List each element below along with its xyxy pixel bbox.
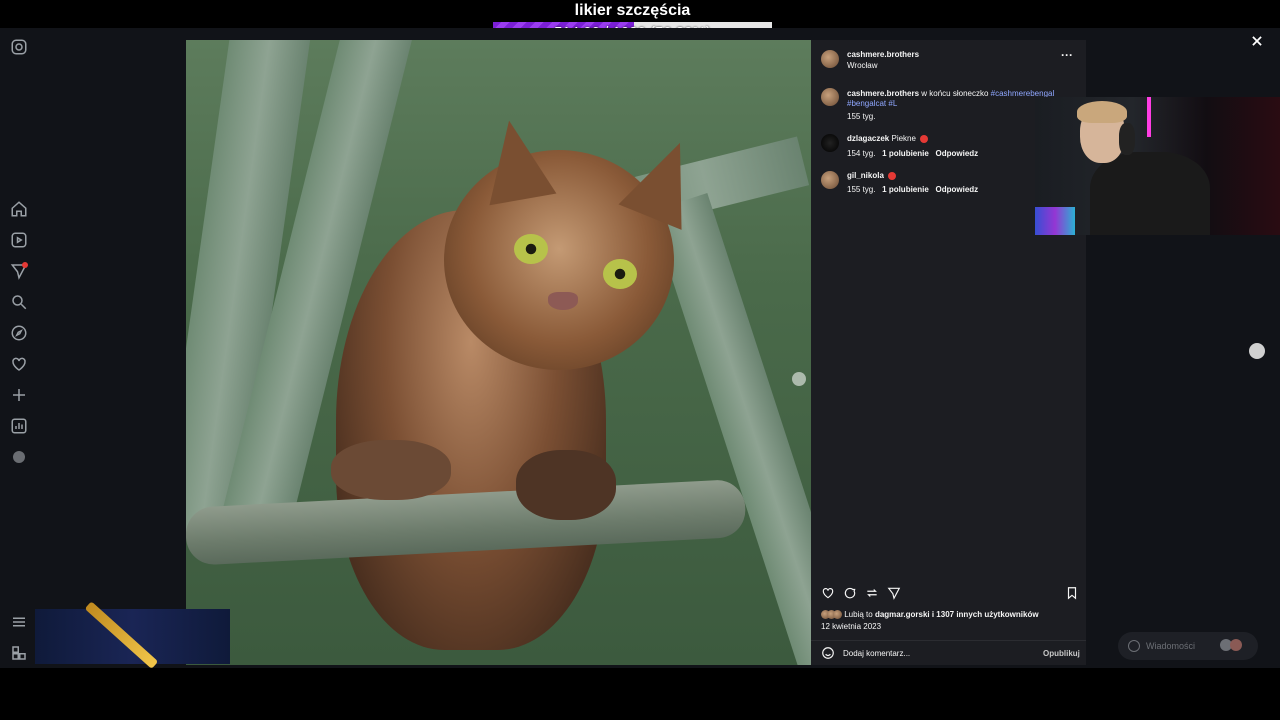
comment-time: 155 tyg. bbox=[847, 185, 876, 194]
create-icon[interactable] bbox=[10, 386, 28, 404]
author-avatar[interactable] bbox=[821, 50, 839, 68]
cat-eye bbox=[514, 234, 548, 264]
comment-bar: Dodaj komentarz... Opublikuj bbox=[811, 640, 1086, 666]
cat-ear bbox=[475, 114, 557, 206]
messages-icon bbox=[1128, 640, 1140, 652]
comment-meta: 155 tyg. 1 polubienie Odpowiedz bbox=[847, 185, 978, 194]
comment-avatar[interactable] bbox=[821, 134, 839, 152]
webcam-light bbox=[1147, 97, 1151, 137]
heart-emoji-icon bbox=[920, 134, 929, 143]
image-next-icon[interactable] bbox=[792, 372, 806, 386]
streamer-body bbox=[1090, 152, 1210, 235]
caption-hashtags-second-line[interactable]: #bengalcat #L bbox=[847, 99, 897, 108]
streamer-hair bbox=[1077, 101, 1127, 123]
wood-plank bbox=[650, 192, 811, 665]
comment-meta: 154 tyg. 1 polubienie Odpowiedz bbox=[847, 149, 978, 158]
notification-dot bbox=[22, 262, 28, 268]
bottom-strip bbox=[0, 668, 1280, 720]
heart-emoji-icon bbox=[888, 171, 897, 180]
profile-icon[interactable] bbox=[10, 448, 28, 466]
caption-line: cashmere.brothers w końcu słoneczko #cas… bbox=[847, 89, 1054, 98]
caption-author[interactable]: cashmere.brothers bbox=[847, 89, 919, 98]
post-actions bbox=[821, 586, 1079, 602]
more-options-icon[interactable]: ··· bbox=[1061, 48, 1073, 62]
search-icon[interactable] bbox=[10, 293, 28, 311]
comment-likes[interactable]: 1 polubienie bbox=[882, 185, 929, 194]
avatar bbox=[1230, 639, 1242, 651]
comment-user[interactable]: gil_nikola bbox=[847, 171, 884, 180]
comment-reply[interactable]: Odpowiedz bbox=[935, 185, 978, 194]
liker-avatar bbox=[833, 610, 842, 620]
instagram-app: cashmere.brothers Wrocław ··· cashmere.b… bbox=[0, 28, 1280, 669]
comment-text: Piekne bbox=[891, 134, 916, 143]
share-icon[interactable] bbox=[887, 586, 901, 600]
comment-user[interactable]: dzlagaczek bbox=[847, 134, 889, 143]
dashboard-icon[interactable] bbox=[10, 417, 28, 435]
comment-time: 154 tyg. bbox=[847, 149, 876, 158]
menu-icon[interactable] bbox=[10, 613, 28, 631]
game-case-overlay bbox=[35, 609, 230, 664]
publish-button[interactable]: Opublikuj bbox=[1043, 649, 1080, 658]
messages-button[interactable]: Wiadomości bbox=[1118, 632, 1258, 660]
messages-label: Wiadomości bbox=[1146, 641, 1196, 651]
comment-likes[interactable]: 1 polubienie bbox=[882, 149, 929, 158]
sidebar bbox=[0, 28, 38, 668]
cat-nose bbox=[548, 292, 578, 310]
comment-avatar[interactable] bbox=[821, 171, 839, 189]
likes-user[interactable]: dagmar.gorski bbox=[875, 610, 930, 619]
webcam-overlay bbox=[1035, 97, 1280, 235]
close-icon[interactable] bbox=[1250, 34, 1264, 48]
instagram-icon[interactable] bbox=[10, 38, 28, 56]
caption-time: 155 tyg. bbox=[847, 112, 876, 121]
headset bbox=[1119, 123, 1135, 155]
caption-text: w końcu słoneczko bbox=[921, 89, 989, 98]
rgb-keyboard bbox=[1035, 207, 1075, 235]
bookmark-icon[interactable] bbox=[1065, 586, 1079, 600]
comment-line: gil_nikola bbox=[847, 171, 897, 180]
comment-reply[interactable]: Odpowiedz bbox=[935, 149, 978, 158]
comment-line: dzlagaczek Piekne bbox=[847, 134, 929, 143]
like-icon[interactable] bbox=[821, 586, 835, 600]
repost-icon[interactable] bbox=[865, 586, 879, 600]
cat-paw bbox=[331, 440, 451, 500]
caption-avatar[interactable] bbox=[821, 88, 839, 106]
home-icon[interactable] bbox=[10, 200, 28, 218]
likes-line: Lubią to dagmar.gorski i 1307 innych uży… bbox=[821, 610, 1039, 620]
comment-icon[interactable] bbox=[843, 586, 857, 600]
emoji-icon[interactable] bbox=[821, 646, 835, 660]
post-date: 12 kwietnia 2023 bbox=[821, 622, 882, 631]
reels-icon[interactable] bbox=[10, 231, 28, 249]
likes-rest[interactable]: i 1307 innych użytkowników bbox=[932, 610, 1039, 619]
cat-eye bbox=[603, 259, 637, 289]
overlay-title: likier szczęścia bbox=[574, 2, 691, 19]
cat-paw bbox=[516, 450, 616, 520]
threads-icon[interactable] bbox=[10, 644, 28, 662]
post-image[interactable] bbox=[186, 40, 811, 665]
post-author[interactable]: cashmere.brothers bbox=[847, 50, 919, 59]
comment-input[interactable]: Dodaj komentarz... bbox=[843, 649, 910, 658]
post-location[interactable]: Wrocław bbox=[847, 61, 878, 70]
next-post-icon[interactable] bbox=[1249, 343, 1265, 359]
heart-icon[interactable] bbox=[10, 355, 28, 373]
likes-prefix: Lubią to bbox=[844, 610, 873, 619]
explore-icon[interactable] bbox=[10, 324, 28, 342]
